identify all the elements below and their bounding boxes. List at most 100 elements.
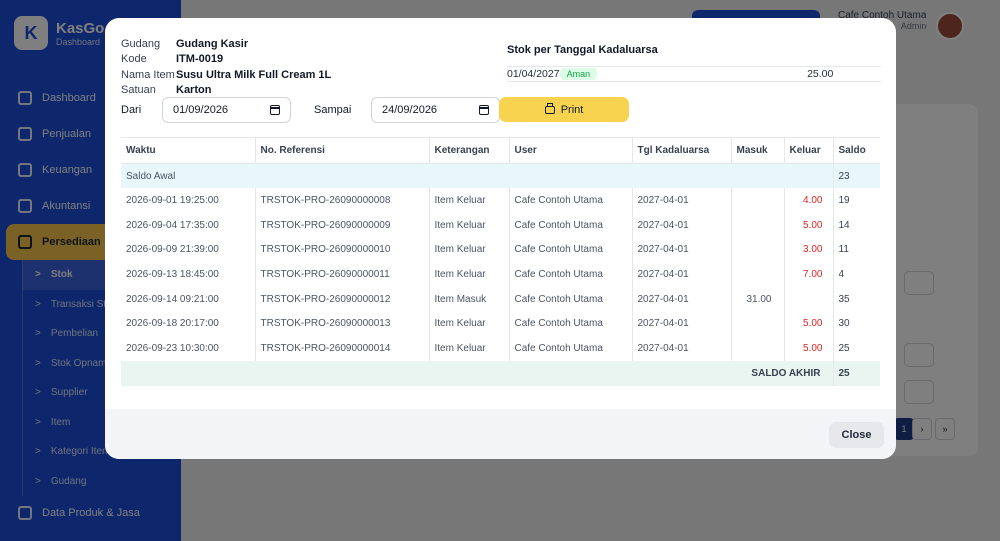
cell-waktu: 2026-09-04 17:35:00 (121, 212, 256, 238)
cell-ref: TRSTOK-PRO-26090000011 (255, 262, 430, 287)
saldo-awal-value: 23 (833, 163, 880, 189)
column-header: User (509, 137, 633, 164)
table-header-row: Waktu No. Referensi Keterangan User Tgl … (121, 137, 880, 164)
saldo-awal-row: Saldo Awal 23 (121, 163, 880, 189)
table-row: 2026-09-18 20:17:00 TRSTOK-PRO-260900000… (121, 311, 880, 337)
cell-masuk: 31.00 (731, 286, 785, 312)
cell-ket: Item Keluar (429, 336, 510, 361)
cell-saldo: 11 (838, 244, 849, 256)
close-button[interactable]: Close (829, 422, 884, 448)
dari-label: Dari (121, 104, 142, 116)
cell-keluar: 5.00 (784, 311, 834, 337)
info-value-nama: Susu Ultra Milk Full Cream 1L (176, 68, 332, 81)
cell-user: Cafe Contoh Utama (509, 188, 633, 213)
table-row: 2026-09-23 10:30:00 TRSTOK-PRO-260900000… (121, 336, 880, 361)
cell-saldo: 19 (838, 195, 850, 207)
info-value-satuan: Karton (176, 84, 212, 97)
cell-ref: TRSTOK-PRO-26090000013 (255, 311, 430, 337)
cell-waktu: 2026-09-09 21:39:00 (121, 237, 256, 263)
column-header: Masuk (731, 137, 785, 164)
cell-keluar: 7.00 (784, 262, 834, 287)
calendar-icon[interactable] (479, 105, 489, 115)
cell-keluar: 3.00 (784, 237, 834, 263)
sampai-label: Sampai (314, 104, 352, 116)
cell-user: Cafe Contoh Utama (509, 286, 633, 312)
saldo-akhir-row: SALDO AKHIR 25 (121, 361, 880, 386)
saldo-awal-label: Saldo Awal (121, 163, 834, 189)
cell-exp: 2027-04-01 (632, 286, 732, 312)
table-row: 2026-09-13 18:45:00 TRSTOK-PRO-260900000… (121, 262, 880, 287)
cell-masuk (731, 188, 785, 213)
info-row-nama: Nama Item Susu Ultra Milk Full Cream 1L (121, 67, 331, 83)
cell-waktu: 2026-09-18 20:17:00 (121, 311, 256, 337)
info-row-gudang: Gudang Gudang Kasir (121, 36, 331, 52)
info-row-kode: Kode ITM-0019 (121, 52, 331, 68)
modal-footer: Close (105, 409, 896, 459)
calendar-icon[interactable] (270, 105, 280, 115)
cell-saldo: 25 (838, 343, 850, 355)
cell-exp: 2027-04-01 (632, 336, 732, 361)
cell-masuk (731, 262, 785, 287)
cell-saldo: 30 (838, 318, 850, 330)
column-header: No. Referensi (255, 137, 430, 164)
column-header: Saldo (833, 137, 880, 164)
cell-saldo: 35 (838, 293, 850, 305)
saldo-akhir-label: SALDO AKHIR (121, 361, 834, 386)
cell-keluar: 4.00 (784, 188, 834, 213)
cell-keluar: 5.00 (784, 212, 834, 238)
item-info: Gudang Gudang Kasir Kode ITM-0019 Nama I… (121, 36, 331, 98)
column-header: Keterangan (429, 137, 510, 164)
info-value-kode: ITM-0019 (176, 53, 224, 66)
info-label: Nama Item (121, 68, 175, 81)
table-row: 2026-09-01 19:25:00 TRSTOK-PRO-260900000… (121, 188, 880, 213)
cell-ref: TRSTOK-PRO-26090000008 (255, 188, 430, 213)
cell-exp: 2027-04-01 (632, 212, 732, 238)
dari-date-input[interactable]: 01/09/2026 (162, 97, 291, 123)
cell-waktu: 2026-09-23 10:30:00 (121, 336, 256, 361)
printer-icon (544, 102, 555, 114)
info-label: Gudang (121, 37, 161, 50)
cell-ket: Item Keluar (429, 237, 510, 263)
cell-exp: 2027-04-01 (632, 311, 732, 337)
expiry-qty: 25.00 (807, 68, 834, 80)
cell-ref: TRSTOK-PRO-26090000014 (255, 336, 430, 361)
sampai-date-value: 24/09/2026 (382, 104, 438, 116)
cell-saldo: 4 (838, 269, 845, 281)
sampai-date-input[interactable]: 24/09/2026 (371, 97, 500, 123)
column-header: Keluar (784, 137, 834, 164)
cell-exp: 2027-04-01 (632, 188, 732, 213)
cell-ket: Item Keluar (429, 311, 510, 337)
table-row: 2026-09-09 21:39:00 TRSTOK-PRO-260900000… (121, 237, 880, 263)
info-label: Satuan (121, 84, 156, 97)
cell-exp: 2027-04-01 (632, 262, 732, 287)
cell-keluar (784, 286, 834, 312)
cell-user: Cafe Contoh Utama (509, 237, 633, 263)
table-row: 2026-09-04 17:35:00 TRSTOK-PRO-260900000… (121, 212, 880, 238)
cell-user: Cafe Contoh Utama (509, 311, 633, 337)
table-row: 2026-09-14 09:21:00 TRSTOK-PRO-260900000… (121, 286, 880, 312)
stock-card-table: Waktu No. Referensi Keterangan User Tgl … (121, 137, 880, 386)
saldo-akhir-value: 25 (833, 361, 880, 386)
print-button[interactable]: Print (499, 97, 629, 122)
print-button-label: Print (560, 103, 584, 116)
status-badge: Aman (559, 68, 598, 80)
cell-ref: TRSTOK-PRO-26090000009 (255, 212, 430, 238)
cell-waktu: 2026-09-01 19:25:00 (121, 188, 256, 213)
cell-ket: Item Keluar (429, 262, 510, 287)
dari-date-value: 01/09/2026 (173, 104, 229, 116)
info-value-gudang: Gudang Kasir (176, 37, 249, 50)
expiry-stock-panel: Stok per Tanggal Kadaluarsa 01/04/2027 A… (507, 44, 881, 82)
cell-masuk (731, 237, 785, 263)
cell-waktu: 2026-09-13 18:45:00 (121, 262, 256, 287)
cell-masuk (731, 212, 785, 238)
cell-ref: TRSTOK-PRO-26090000010 (255, 237, 430, 263)
expiry-row: 01/04/2027 Aman 25.00 (507, 66, 881, 82)
cell-user: Cafe Contoh Utama (509, 336, 633, 361)
expiry-title: Stok per Tanggal Kadaluarsa (507, 44, 658, 56)
cell-saldo: 14 (838, 219, 850, 231)
column-header: Tgl Kadaluarsa (632, 137, 732, 164)
cell-ket: Item Keluar (429, 212, 510, 238)
column-header: Waktu (121, 137, 256, 164)
cell-masuk (731, 311, 785, 337)
info-label: Kode (121, 53, 147, 66)
